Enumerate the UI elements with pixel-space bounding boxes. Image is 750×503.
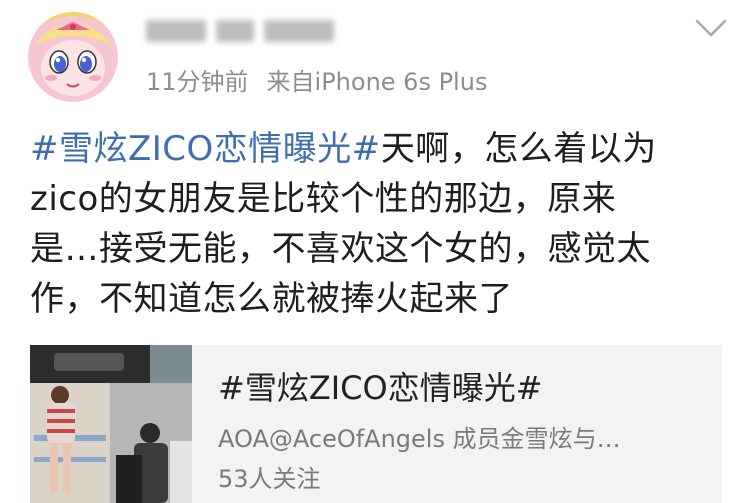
post-line-1: #雪炫ZICO恋情曝光#天啊，怎么着以为 bbox=[30, 124, 720, 174]
post-source[interactable]: 来自iPhone 6s Plus bbox=[267, 62, 488, 97]
post-time: 11分钟前 bbox=[146, 67, 249, 96]
post-line-4: 作，不知道怎么就被捧火起来了 bbox=[30, 279, 513, 319]
topic-card[interactable]: #雪炫ZICO恋情曝光# AOA@AceOfAngels 成员金雪炫与… 53人… bbox=[30, 345, 722, 503]
post-line-1-text: 天啊，怎么着以为 bbox=[380, 129, 657, 169]
cartoon-avatar-icon bbox=[28, 12, 118, 102]
post-line-3: 是…接受无能，不喜欢这个女的，感觉太 bbox=[30, 229, 651, 269]
post-line-2: zico的女朋友是比较个性的那边，原来 bbox=[30, 179, 617, 219]
hashtag-link[interactable]: #雪炫ZICO恋情曝光# bbox=[30, 129, 381, 169]
photo-thumbnail-icon bbox=[30, 345, 192, 503]
topic-title[interactable]: #雪炫ZICO恋情曝光# bbox=[218, 363, 543, 409]
topic-description: AOA@AceOfAngels 成员金雪炫与… bbox=[218, 425, 621, 453]
chevron-down-icon[interactable] bbox=[694, 16, 728, 40]
post-meta: 11分钟前 来自iPhone 6s Plus bbox=[146, 62, 487, 96]
post-text: #雪炫ZICO恋情曝光#天啊，怎么着以为 zico的女朋友是比较个性的那边，原来… bbox=[30, 124, 720, 324]
topic-follower-count: 53人关注 bbox=[218, 465, 321, 493]
avatar[interactable] bbox=[28, 12, 118, 102]
username-blurred[interactable] bbox=[146, 14, 356, 48]
